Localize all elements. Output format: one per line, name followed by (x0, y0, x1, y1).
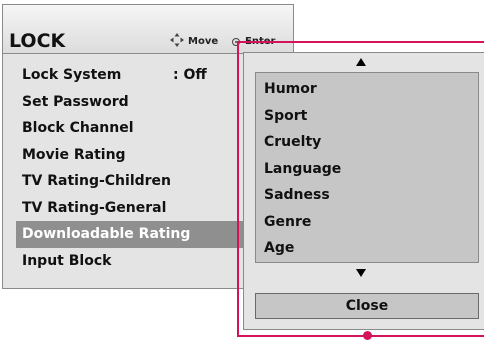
move-arrows-icon (170, 33, 184, 47)
option-sadness[interactable]: Sadness (256, 182, 478, 209)
option-genre[interactable]: Genre (256, 209, 478, 236)
option-cruelty[interactable]: Cruelty (256, 129, 478, 156)
option-humor[interactable]: Humor (256, 76, 478, 103)
rating-option-list: Humor Sport Cruelty Language Sadness Gen… (255, 72, 479, 263)
lock-system-value: : Off (173, 67, 207, 83)
menu-item-label: Lock System (22, 67, 122, 83)
triangle-up-icon[interactable] (356, 58, 366, 66)
option-sport[interactable]: Sport (256, 103, 478, 130)
move-hint-label: Move (188, 36, 219, 47)
option-age[interactable]: Age (256, 235, 478, 262)
highlight-marker-dot (363, 331, 372, 340)
triangle-down-icon[interactable] (356, 269, 366, 277)
close-button[interactable]: Close (255, 293, 479, 319)
menu-title: LOCK (9, 30, 66, 52)
option-language[interactable]: Language (256, 156, 478, 183)
